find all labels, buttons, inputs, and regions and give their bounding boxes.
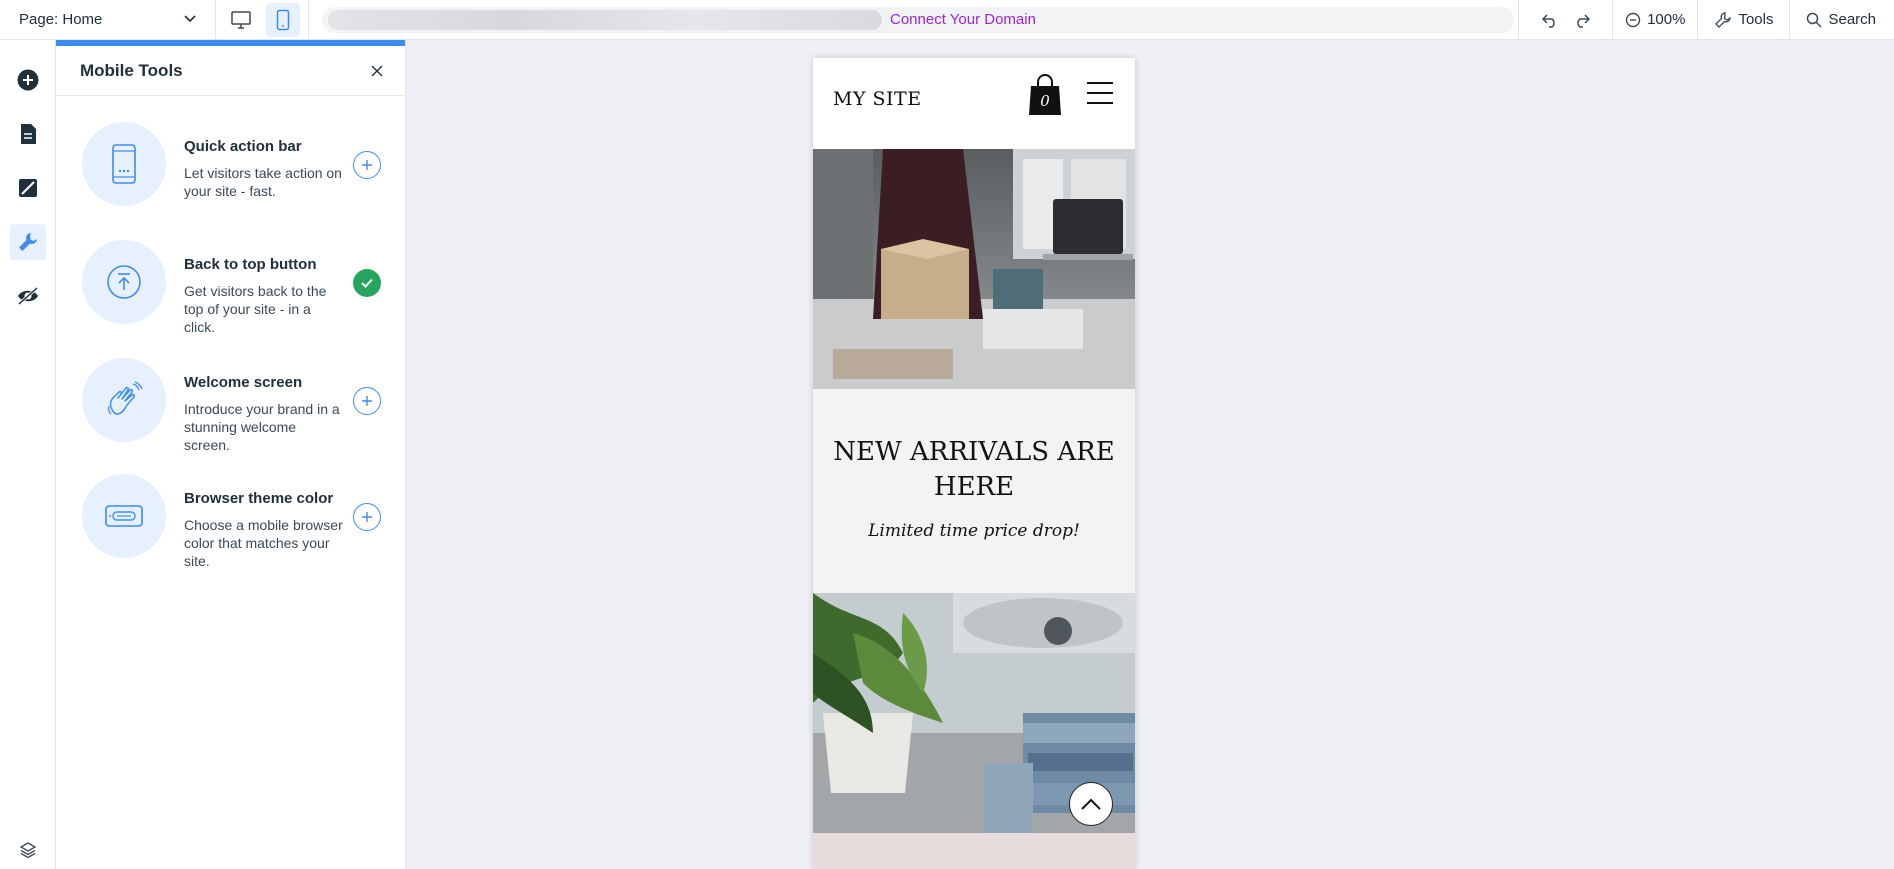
- promo-subheadline: Limited time price drop!: [868, 521, 1080, 541]
- design-icon: [19, 179, 37, 197]
- tool-icon-circle: [82, 240, 166, 324]
- plus-icon: [362, 160, 372, 170]
- add-elements-button[interactable]: [10, 62, 46, 98]
- chevron-up-icon: [1081, 798, 1101, 810]
- mobile-phone-icon: [112, 144, 136, 184]
- connect-domain-link[interactable]: Connect Your Domain: [890, 11, 1036, 28]
- hero-image-packing-boxes: [813, 149, 1135, 389]
- layers-icon: [19, 842, 37, 859]
- tool-description: Introduce your brand in a stunning welco…: [184, 401, 340, 453]
- plus-circle-icon: [17, 69, 39, 91]
- desktop-view-button[interactable]: [224, 3, 258, 37]
- search-button[interactable]: Search: [1789, 0, 1894, 40]
- hamburger-menu-icon[interactable]: [1087, 82, 1113, 104]
- promo-headline: NEW ARRIVALS ARE HERE: [833, 437, 1115, 502]
- design-button[interactable]: [10, 170, 46, 206]
- site-logo[interactable]: MY SITE: [833, 88, 922, 110]
- add-tool-button[interactable]: [353, 151, 381, 179]
- add-tool-button[interactable]: [353, 387, 381, 415]
- tool-name: Welcome screen: [184, 374, 303, 391]
- desktop-icon: [231, 10, 251, 29]
- tool-description: Get visitors back to the top of your sit…: [184, 283, 327, 335]
- zoom-control[interactable]: 100%: [1612, 0, 1697, 40]
- browser-bar-icon: [105, 505, 143, 527]
- tool-name: Quick action bar: [184, 138, 302, 155]
- page-icon: [21, 124, 36, 144]
- tools-button[interactable]: Tools: [1697, 0, 1789, 40]
- tool-icon-circle: [82, 358, 166, 442]
- page-selector-label: Page: Home: [19, 11, 103, 28]
- plus-icon: [362, 512, 372, 522]
- tool-browser-theme-color[interactable]: Browser theme color Choose a mobile brow…: [56, 474, 406, 569]
- zoom-level: 100%: [1647, 11, 1686, 28]
- wrench-icon: [1715, 11, 1732, 28]
- tool-description: Let visitors take action on your site - …: [184, 165, 342, 199]
- tool-icon-circle: [82, 474, 166, 558]
- tool-icon-circle: [82, 122, 166, 206]
- mobile-tools-panel: Mobile Tools Quick action bar Let visito…: [56, 40, 406, 869]
- top-bar: Page: Home Connect Your Domain 100% Tool…: [0, 0, 1894, 40]
- device-switcher: [216, 0, 309, 40]
- blurred-site-url: [328, 9, 882, 30]
- tool-description: Choose a mobile browser color that match…: [184, 517, 343, 569]
- undo-icon[interactable]: [1541, 11, 1559, 29]
- site-url-bar: Connect Your Domain: [322, 6, 1514, 33]
- plus-icon: [362, 396, 372, 406]
- mobile-tools-button[interactable]: [10, 224, 46, 260]
- hidden-elements-button[interactable]: [10, 278, 46, 314]
- chevron-down-icon: [183, 11, 197, 29]
- tool-welcome-screen[interactable]: Welcome screen Introduce your brand in a…: [56, 358, 406, 453]
- tool-name: Browser theme color: [184, 490, 334, 507]
- search-icon: [1807, 12, 1822, 28]
- page-selector[interactable]: Page: Home: [0, 0, 216, 40]
- panel-header: Mobile Tools: [56, 46, 405, 96]
- mobile-view-button[interactable]: [266, 2, 300, 37]
- layers-button[interactable]: [10, 832, 46, 868]
- mobile-site-preview: MY SITE 0 NEW ARRIVALS ARE HERE Limited …: [813, 58, 1135, 869]
- checkmark-icon: [361, 278, 373, 288]
- mobile-phone-icon: [276, 9, 290, 30]
- undo-redo-group: [1518, 0, 1612, 40]
- pages-button[interactable]: [10, 116, 46, 152]
- eye-hidden-icon: [18, 286, 38, 306]
- promo-text-section: NEW ARRIVALS ARE HERE Limited time price…: [813, 389, 1135, 593]
- search-label: Search: [1828, 11, 1876, 28]
- add-tool-button[interactable]: [353, 503, 381, 531]
- top-right-controls: 100% Tools Search: [1518, 0, 1894, 40]
- tool-added-indicator[interactable]: [353, 269, 381, 297]
- redo-icon[interactable]: [1573, 11, 1591, 29]
- tool-name: Back to top button: [184, 256, 317, 273]
- site-header: MY SITE 0: [813, 58, 1135, 149]
- arrow-up-circle-icon: [107, 265, 141, 299]
- close-icon[interactable]: [367, 61, 387, 81]
- waving-hand-icon: [107, 381, 143, 415]
- footer-strip: [813, 833, 1135, 869]
- panel-title: Mobile Tools: [80, 60, 183, 80]
- cart-count: 0: [1040, 92, 1050, 110]
- tool-back-to-top-button[interactable]: Back to top button Get visitors back to …: [56, 240, 406, 335]
- tools-label: Tools: [1738, 11, 1774, 28]
- wrench-icon: [19, 233, 37, 251]
- zoom-out-icon: [1625, 12, 1641, 27]
- tool-quick-action-bar[interactable]: Quick action bar Let visitors take actio…: [56, 122, 406, 212]
- back-to-top-button[interactable]: [1069, 782, 1113, 826]
- cart-button[interactable]: 0: [1027, 74, 1063, 116]
- left-toolbar: [0, 40, 56, 869]
